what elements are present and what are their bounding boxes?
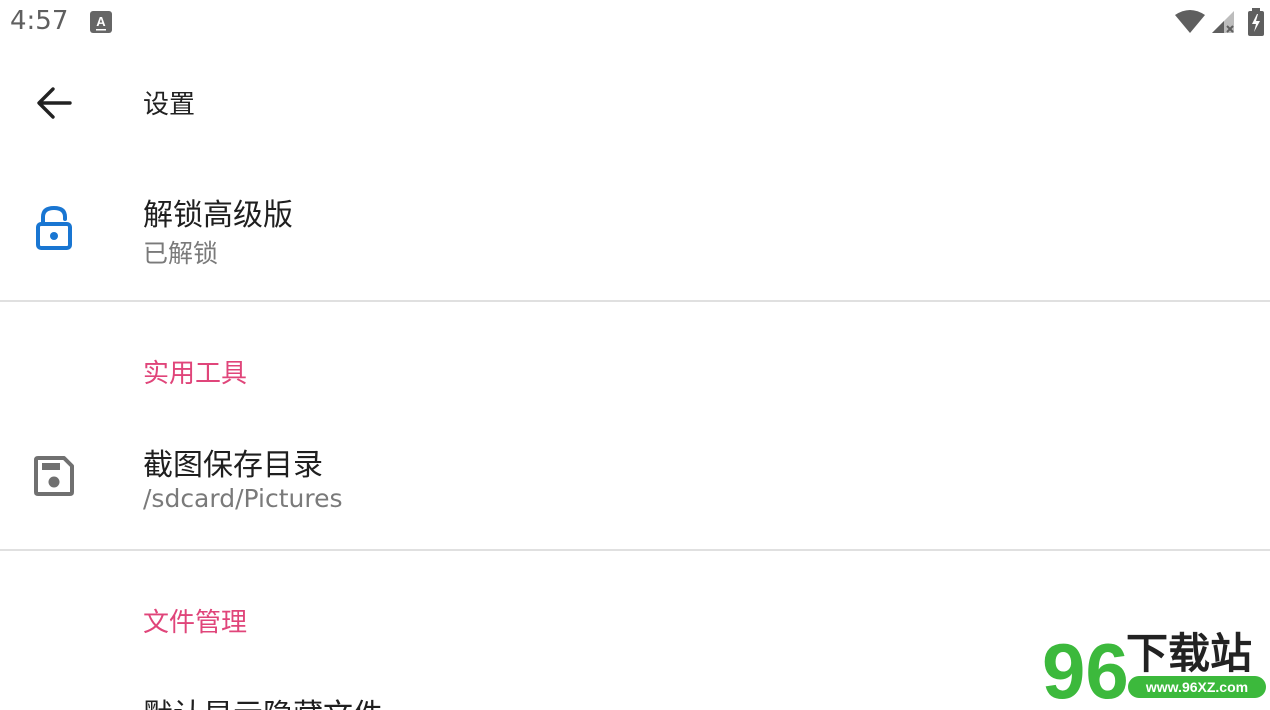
section-files-header: 文件管理 (143, 608, 248, 638)
show-hidden-files-title: 默认显示隐藏文件 (143, 690, 383, 710)
unlock-premium-subtitle: 已解锁 (143, 239, 219, 268)
screenshot-dir-item[interactable]: 截图保存目录 /sdcard/Pictures (0, 410, 1270, 550)
save-icon (34, 456, 74, 496)
app-bar: 设置 (0, 46, 1270, 158)
page-title: 设置 (143, 90, 196, 120)
cell-signal-icon (1212, 11, 1234, 33)
watermark-url: www.96XZ.com (1145, 679, 1248, 695)
wifi-icon (1175, 10, 1205, 33)
watermark-logo: 96 下载站 www.96XZ.com (1042, 627, 1266, 710)
back-arrow-icon[interactable] (36, 86, 72, 120)
status-bar: 4:57 A (0, 0, 1270, 46)
lock-open-icon (36, 206, 72, 250)
unlock-premium-title: 解锁高级版 (143, 198, 293, 233)
status-time: 4:57 (10, 6, 69, 36)
watermark-number: 96 (1042, 627, 1129, 710)
divider (0, 300, 1270, 302)
divider (0, 549, 1270, 551)
screenshot-dir-title: 截图保存目录 (143, 448, 323, 483)
screenshot-dir-path: /sdcard/Pictures (143, 484, 343, 513)
watermark-text: 下载站 (1126, 629, 1252, 678)
battery-charging-icon (1248, 8, 1264, 36)
unlock-premium-item[interactable]: 解锁高级版 已解锁 (0, 160, 1270, 300)
svg-text:A: A (96, 14, 106, 29)
section-tools-header: 实用工具 (143, 359, 248, 389)
a-keyboard-icon: A (90, 11, 112, 33)
